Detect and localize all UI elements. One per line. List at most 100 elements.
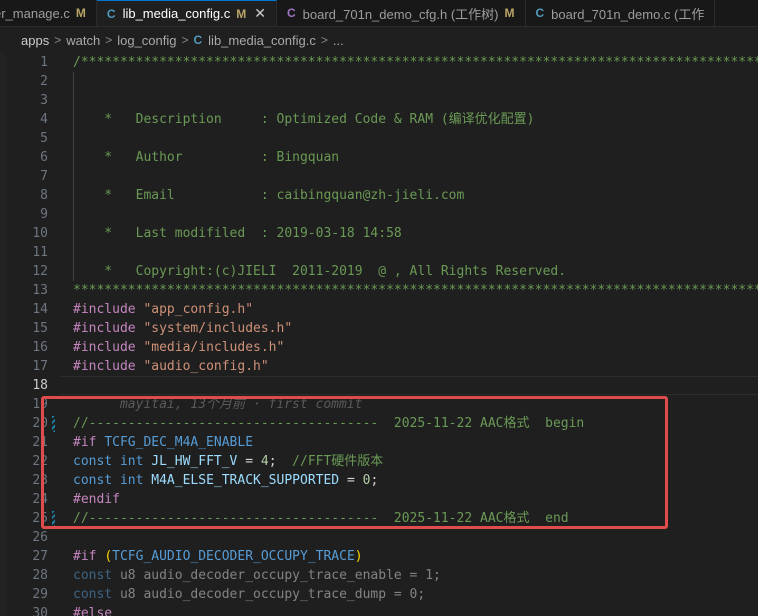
line-number: 17 — [32, 359, 48, 374]
code-line[interactable]: 14 #include "app_config.h" — [0, 300, 758, 319]
code-token: * Description : Optimized Code & RAM (编译… — [73, 112, 535, 127]
code-token: #include — [73, 321, 144, 336]
code-line[interactable]: 1 /**************************************… — [0, 53, 758, 72]
editor-tab-bar: er_manage.c M Clib_media_config.c M ✕ Cboard_… — [0, 0, 758, 27]
code-token: u8 audio_decoder_occupy_trace_enable = 1… — [119, 568, 441, 583]
code-line[interactable]: 26 — [0, 528, 758, 547]
line-number: 27 — [32, 549, 48, 564]
code-line[interactable]: 8 * Email : caibingquan@zh-jieli.com — [0, 186, 758, 205]
line-number: 8 — [40, 188, 48, 203]
line-number: 2 — [40, 74, 48, 89]
code-token: #include — [73, 340, 144, 355]
code-line[interactable]: 2 — [0, 72, 758, 91]
code-line[interactable]: 4 * Description : Optimized Code & RAM (… — [0, 110, 758, 129]
code-line[interactable]: 18 — [0, 376, 758, 395]
chevron-right-icon: > — [105, 33, 113, 47]
line-number: 5 — [40, 131, 48, 146]
modified-indicator: M — [75, 6, 86, 20]
code-editor[interactable]: 1 /**************************************… — [0, 53, 758, 616]
editor-tab[interactable]: Clib_media_config.c M ✕ — [96, 0, 277, 26]
annotation-highlight-box — [41, 396, 668, 529]
chevron-right-icon: > — [181, 33, 189, 47]
code-line[interactable]: 7 — [0, 167, 758, 186]
breadcrumb-item[interactable]: log_config — [117, 33, 176, 48]
line-code: * Email : caibingquan@zh-jieli.com — [73, 186, 464, 205]
line-code: #include "app_config.h" — [73, 300, 253, 319]
code-token: TCFG_AUDIO_DECODER_OCCUPY_TRACE — [112, 549, 355, 564]
code-line[interactable]: 12 * Copyright:(c)JIELI 2011-2019 @ , Al… — [0, 262, 758, 281]
modified-indicator: M — [504, 6, 515, 20]
code-token: ( — [104, 549, 113, 564]
code-line[interactable]: 17 #include "audio_config.h" — [0, 357, 758, 376]
code-line[interactable]: 9 — [0, 205, 758, 224]
code-line[interactable]: 3 — [0, 91, 758, 110]
code-line[interactable]: 11 — [0, 243, 758, 262]
code-line[interactable]: 6 * Author : Bingquan — [0, 148, 758, 167]
code-token: "audio_config.h" — [143, 359, 269, 374]
line-number: 11 — [32, 245, 48, 260]
code-token: ) — [354, 549, 363, 564]
modified-indicator: M — [236, 6, 247, 21]
code-line[interactable]: 13 **************************************… — [0, 281, 758, 300]
code-token: * Copyright:(c)JIELI 2011-2019 @ , All R… — [73, 264, 567, 279]
code-token: u8 audio_decoder_occupy_trace_dump = 0; — [119, 587, 426, 602]
line-number: 7 — [40, 169, 48, 184]
chevron-right-icon: > — [54, 33, 62, 47]
code-token: const — [73, 568, 120, 583]
line-number: 3 — [40, 93, 48, 108]
code-line[interactable]: 16 #include "media/includes.h" — [0, 338, 758, 357]
line-number: 13 — [32, 283, 48, 298]
line-code: const u8 audio_decoder_occupy_trace_enab… — [73, 566, 441, 585]
line-code: * Last modifiled : 2019-03-18 14:58 — [73, 224, 401, 243]
line-number: 4 — [40, 112, 48, 127]
code-line[interactable]: 5 — [0, 129, 758, 148]
line-number: 1 — [40, 55, 48, 70]
code-line[interactable]: 27 #if (TCFG_AUDIO_DECODER_OCCUPY_TRACE) — [0, 547, 758, 566]
line-number: 15 — [32, 321, 48, 336]
code-token: * Author : Bingquan — [73, 150, 340, 165]
line-number: 30 — [32, 606, 48, 616]
line-code: * Description : Optimized Code & RAM (编译… — [73, 110, 535, 129]
chevron-right-icon: > — [320, 33, 328, 47]
editor-tab[interactable]: Cboard_701n_demo_cfg.h (工作树) M — [277, 0, 526, 26]
line-code: const u8 audio_decoder_occupy_trace_dump… — [73, 585, 425, 604]
line-number: 12 — [32, 264, 48, 279]
line-code: #include "audio_config.h" — [73, 357, 269, 376]
line-code: #include "media/includes.h" — [73, 338, 284, 357]
line-code: * Author : Bingquan — [73, 148, 339, 167]
code-line[interactable]: 29 const u8 audio_decoder_occupy_trace_du… — [0, 585, 758, 604]
tab-label: lib_media_config.c — [122, 6, 231, 21]
code-line[interactable]: 10 * Last modifiled : 2019-03-18 14:58 — [0, 224, 758, 243]
code-line[interactable]: 30 #else — [0, 604, 758, 616]
tab-label: board_701n_demo.c (工作 — [551, 6, 705, 22]
line-code: #if (TCFG_AUDIO_DECODER_OCCUPY_TRACE) — [73, 547, 363, 566]
indent-guide — [73, 72, 74, 281]
editor-tab[interactable]: Cboard_701n_demo.c (工作 — [526, 0, 716, 26]
line-number: 18 — [32, 378, 48, 393]
line-number: 14 — [32, 302, 48, 317]
line-number: 26 — [32, 530, 48, 545]
line-number: 10 — [32, 226, 48, 241]
c-file-icon: C — [535, 6, 545, 20]
breadcrumb-item[interactable]: watch — [66, 33, 100, 48]
breadcrumb-item[interactable]: ... — [333, 33, 344, 48]
code-line[interactable]: 15 #include "system/includes.h" — [0, 319, 758, 338]
h-file-icon: C — [286, 6, 296, 20]
breadcrumb-item[interactable]: lib_media_config.c — [208, 33, 316, 48]
editor-tab[interactable]: er_manage.c M — [0, 0, 97, 26]
close-icon[interactable]: ✕ — [254, 5, 266, 22]
line-number: 6 — [40, 150, 48, 165]
code-token: * Email : caibingquan@zh-jieli.com — [73, 188, 465, 203]
current-line-highlight — [60, 376, 758, 395]
line-number: 9 — [40, 207, 48, 222]
breadcrumb-item[interactable]: apps — [21, 33, 49, 48]
code-token: "media/includes.h" — [143, 340, 285, 355]
line-code: /***************************************… — [73, 53, 758, 72]
line-number: 16 — [32, 340, 48, 355]
line-number: 28 — [32, 568, 48, 583]
code-token: "system/includes.h" — [143, 321, 293, 336]
code-token: "app_config.h" — [143, 302, 254, 317]
tab-label: board_701n_demo_cfg.h (工作树) — [302, 6, 499, 22]
line-code: * Copyright:(c)JIELI 2011-2019 @ , All R… — [73, 262, 566, 281]
code-line[interactable]: 28 const u8 audio_decoder_occupy_trace_en… — [0, 566, 758, 585]
